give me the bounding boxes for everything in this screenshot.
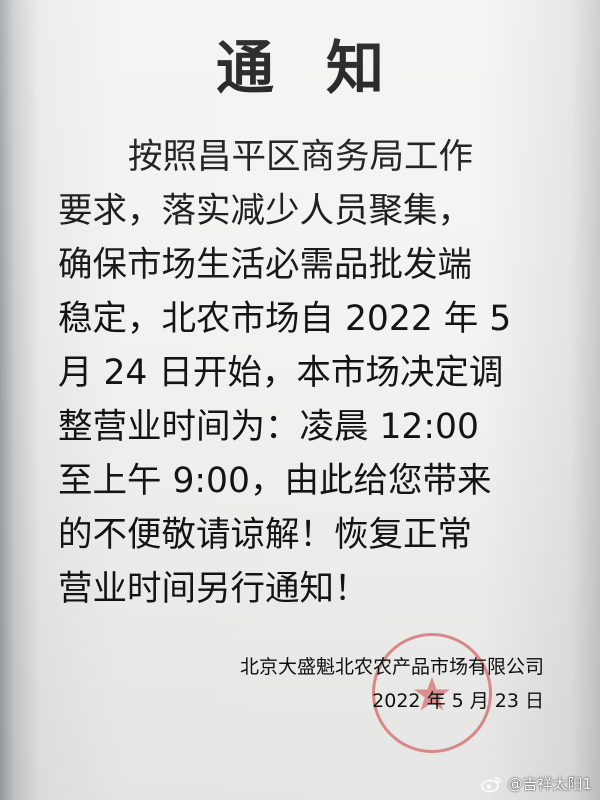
notice-paper: 通知 按照昌平区商务局工作 要求，落实减少人员聚集， 确保市场生活必需品批发端 …: [0, 0, 600, 800]
body-line: 稳定，北农市场自 2022 年 5: [58, 299, 512, 339]
company-name: 北京大盛魁北农农产品市场有限公司: [239, 656, 544, 678]
body-line: 整营业时间为：凌晨 12:00: [58, 407, 479, 447]
body-line: 至上午 9:00，由此给您带来: [58, 461, 492, 501]
notice-body: 按照昌平区商务局工作 要求，落实减少人员聚集， 确保市场生活必需品批发端 稳定，…: [58, 130, 578, 616]
body-line: 的不便敬请谅解！恢复正常: [58, 515, 472, 555]
watermark-text: @吉祥太阳1: [507, 775, 592, 793]
signature-block: 北京大盛魁北农农产品市场有限公司 2022 年 5 月 23 日: [104, 650, 544, 718]
body-line: 要求，落实减少人员聚集，: [58, 191, 472, 231]
body-line: 月 24 日开始，本市场决定调: [58, 353, 504, 393]
notice-title: 通知: [215, 34, 436, 102]
weibo-icon: [481, 776, 502, 792]
notice-date: 2022 年 5 月 23 日: [372, 690, 544, 712]
weibo-watermark: @吉祥太阳1: [481, 773, 592, 794]
body-line: 确保市场生活必需品批发端: [58, 245, 472, 285]
body-line: 营业时间另行通知！: [58, 569, 369, 609]
body-line: 按照昌平区商务局工作: [128, 137, 473, 177]
